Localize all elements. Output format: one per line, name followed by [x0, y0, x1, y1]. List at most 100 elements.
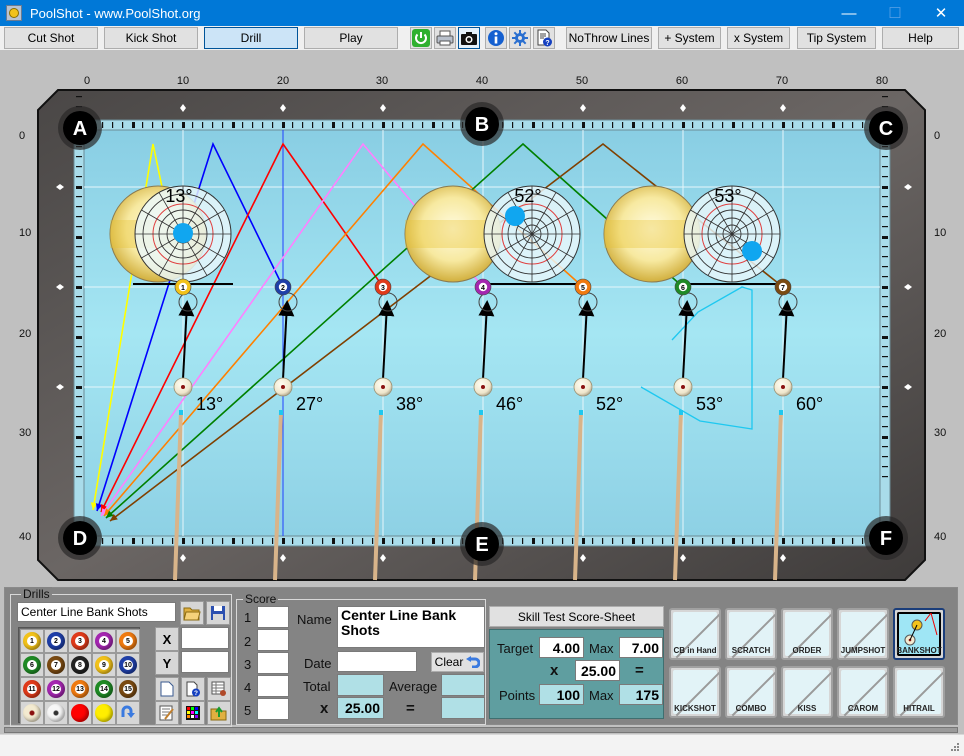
ruler-tick	[232, 122, 235, 128]
nothrow-lines-button[interactable]: NoThrow Lines	[566, 27, 652, 49]
ruler-tick	[622, 538, 624, 544]
clear-button[interactable]: Clear	[431, 652, 484, 672]
palette-white-ball[interactable]	[44, 701, 68, 725]
shot-type-hitrail[interactable]: HITRAIL	[893, 666, 945, 718]
palette-ball-10[interactable]: 10	[116, 653, 140, 677]
palette-ball-1[interactable]: 1	[20, 629, 44, 653]
shot-type-order[interactable]: ORDER	[781, 608, 833, 660]
skill-test-score-sheet-button[interactable]: Skill Test Score-Sheet	[489, 606, 664, 627]
play-button[interactable]: Play	[304, 27, 398, 49]
palette-ball-7[interactable]: 7	[44, 653, 68, 677]
ruler-tick	[592, 122, 594, 128]
x-system-button[interactable]: x System	[727, 27, 790, 49]
ruler-tick	[772, 538, 774, 544]
screenshot-button[interactable]	[458, 27, 480, 49]
date-input[interactable]	[337, 651, 417, 672]
new-drill-button[interactable]	[155, 677, 179, 701]
cut-angle-label: 38°	[396, 394, 423, 414]
ruler-tick	[412, 122, 414, 128]
palette-ball-9[interactable]: 9	[92, 653, 116, 677]
y-coordinate-input[interactable]	[181, 651, 229, 673]
info-button[interactable]	[485, 27, 507, 49]
y-coordinate-button[interactable]: Y	[155, 651, 179, 675]
skill-multiplier-input[interactable]: 25.00	[575, 660, 620, 681]
shot-type-kickshot[interactable]: KICKSHOT	[669, 666, 721, 718]
palette-ball-icon: 12	[47, 680, 65, 698]
shot-type-label: KISS	[797, 704, 817, 713]
maximize-button[interactable]: ☐	[872, 0, 918, 26]
max-label: Max	[589, 641, 614, 656]
drill-list-button[interactable]	[207, 677, 231, 701]
shot-type-scratch[interactable]: SCRATCH	[725, 608, 777, 660]
palette-ball-5[interactable]: 5	[116, 629, 140, 653]
ruler-tick	[762, 122, 764, 128]
palette-ball-6[interactable]: 6	[20, 653, 44, 677]
horizontal-scrollbar[interactable]	[4, 727, 958, 733]
score-row-2-input[interactable]	[257, 629, 289, 651]
palette-ball-11[interactable]: 11	[20, 677, 44, 701]
max-input[interactable]: 7.00	[619, 637, 663, 658]
name-input[interactable]: Center Line Bank Shots	[337, 606, 485, 648]
drill-name-input[interactable]: Center Line Bank Shots	[17, 602, 176, 622]
ruler-tick	[882, 466, 888, 468]
score-row-3-input[interactable]	[257, 652, 289, 674]
palette-yellow-ball[interactable]	[92, 701, 116, 725]
ruler-tick	[882, 316, 888, 318]
shot-type-kiss[interactable]: KISS	[781, 666, 833, 718]
palette-ball-2[interactable]: 2	[44, 629, 68, 653]
ruler-tick	[762, 538, 764, 544]
palette-ball-icon: 2	[47, 632, 65, 650]
pool-table[interactable]: 13° 52° 53° 1 13° 2 27° 3 38° 4 46° 5 52° 6 53° 7 60° A…	[0, 50, 964, 587]
edit-notes-button[interactable]	[155, 701, 179, 725]
open-drill-button[interactable]	[180, 601, 204, 625]
palette-ball-13[interactable]: 13	[68, 677, 92, 701]
power-button[interactable]	[410, 27, 432, 49]
palette-red-ball[interactable]	[68, 701, 92, 725]
camera-icon	[461, 32, 477, 45]
x-coordinate-button[interactable]: X	[155, 627, 179, 651]
export-drill-button[interactable]	[207, 701, 231, 725]
settings-button[interactable]	[509, 27, 531, 49]
shot-type-bankshot[interactable]: BANKSHOT	[893, 608, 945, 660]
shot-type-cb-in-hand[interactable]: CB in Hand	[669, 608, 721, 660]
palette-ball-14[interactable]: 14	[92, 677, 116, 701]
palette-ball-12[interactable]: 12	[44, 677, 68, 701]
minimize-button[interactable]: —	[826, 0, 872, 26]
palette-ball-4[interactable]: 4	[92, 629, 116, 653]
total-label: Total	[303, 679, 331, 694]
ruler-tick	[332, 538, 335, 544]
palette-ball-8[interactable]: 8	[68, 653, 92, 677]
palette-ball-3[interactable]: 3	[68, 629, 92, 653]
close-button[interactable]: ✕	[918, 0, 964, 26]
help-button[interactable]: Help	[882, 27, 959, 49]
ruler-tick	[152, 538, 154, 544]
result-value	[441, 697, 485, 719]
drill-button[interactable]: Drill	[204, 27, 298, 49]
ruler-tick	[812, 538, 814, 544]
shot-type-combo[interactable]: COMBO	[725, 666, 777, 718]
palette-ball-15[interactable]: 15	[116, 677, 140, 701]
color-palette-button[interactable]	[181, 701, 205, 725]
score-row-1-input[interactable]	[257, 606, 289, 628]
score-row-4-input[interactable]	[257, 675, 289, 697]
palette-redo-button[interactable]	[116, 701, 140, 725]
save-drill-button[interactable]	[206, 601, 230, 625]
shot-type-carom[interactable]: CAROM	[837, 666, 889, 718]
target-input[interactable]: 4.00	[539, 637, 584, 658]
shot-type-jumpshot[interactable]: JUMPSHOT	[837, 608, 889, 660]
x-coordinate-input[interactable]	[181, 627, 229, 649]
gear-icon	[512, 30, 528, 46]
ruler-tick	[76, 236, 82, 239]
print-button[interactable]	[434, 27, 456, 49]
cue-ball-dot	[681, 385, 685, 389]
plus-system-button[interactable]: + System	[658, 27, 721, 49]
palette-cue-ball[interactable]	[20, 701, 44, 725]
ruler-tick	[112, 538, 114, 544]
score-row-5-input[interactable]	[257, 698, 289, 720]
drill-help-button[interactable]: ?	[181, 677, 205, 701]
help-document-button[interactable]: ?	[533, 27, 555, 49]
kick-shot-button[interactable]: Kick Shot	[104, 27, 198, 49]
cut-shot-button[interactable]: Cut Shot	[4, 27, 98, 49]
tip-system-button[interactable]: Tip System	[797, 27, 876, 49]
ruler-tick	[882, 246, 888, 248]
